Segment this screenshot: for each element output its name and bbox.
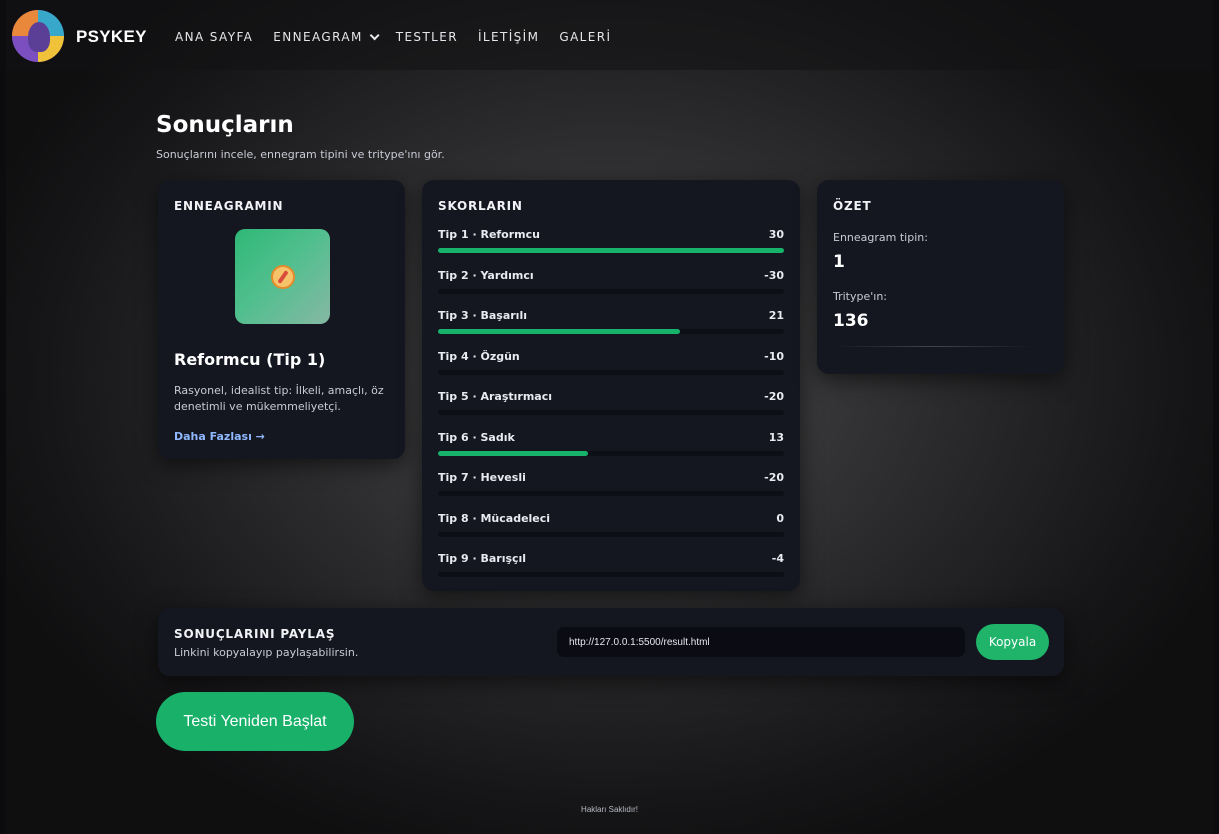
score-value: -4: [771, 552, 784, 565]
nav-link-home[interactable]: ANA SAYFA: [175, 30, 253, 44]
score-bar-track: [438, 369, 784, 375]
score-label: Tip 9 · Barışçıl: [438, 552, 527, 565]
page-title: Sonuçların: [156, 112, 294, 138]
share-subtitle: Linkini kopyalayıp paylaşabilirsin.: [174, 646, 359, 659]
logo-icon[interactable]: [12, 10, 64, 62]
score-label: Tip 4 · Özgün: [438, 349, 520, 363]
score-bar-fill: [438, 248, 784, 253]
score-row: Tip 4 · Özgün -10: [438, 350, 784, 391]
score-bar-track: [438, 410, 784, 415]
chevron-down-icon: [369, 29, 380, 40]
nav-links: ANA SAYFA ENNEAGRAM TESTLER İLETİŞİM GAL…: [175, 29, 631, 44]
summary-card-title: ÖZET: [833, 199, 872, 213]
score-value: -30: [764, 268, 784, 282]
score-row: Tip 5 · Araştırmacı -20: [438, 390, 784, 431]
score-value: -20: [764, 471, 784, 484]
enneagram-image: [235, 229, 330, 324]
score-bar-track: [438, 491, 784, 496]
score-bar-track: [438, 248, 784, 253]
enneagram-type-name: Reformcu (Tip 1): [174, 350, 326, 369]
score-row: Tip 3 · Başarılı 21: [438, 309, 784, 350]
share-card: SONUÇLARINI PAYLAŞ Linkini kopyalayıp pa…: [158, 608, 1064, 676]
score-bar-fill: [438, 329, 681, 334]
score-label: Tip 8 · Mücadeleci: [438, 511, 551, 525]
score-value: 21: [768, 309, 784, 322]
score-bar-track: [438, 572, 784, 577]
enneagram-card-title: ENNEAGRAMIN: [174, 199, 284, 213]
summary-divider: [833, 346, 1033, 347]
score-row: Tip 7 · Hevesli -20: [438, 471, 784, 512]
page-frame: PSYKEY ANA SAYFA ENNEAGRAM TESTLER İLETİ…: [6, 0, 1213, 834]
score-list: Tip 1 · Reformcu 30 Tip 2 · Yardımcı -30…: [438, 228, 784, 593]
nav-link-tests[interactable]: TESTLER: [396, 30, 458, 44]
page-subtitle: Sonuçlarını incele, ennegram tipini ve t…: [156, 148, 445, 161]
score-value: 0: [776, 511, 784, 525]
score-label: Tip 5 · Araştırmacı: [438, 390, 553, 403]
restart-test-button[interactable]: Testi Yeniden Başlat: [156, 692, 354, 751]
score-row: Tip 2 · Yardımcı -30: [438, 269, 784, 310]
score-bar-track: [438, 329, 784, 334]
score-row: Tip 8 · Mücadeleci 0: [438, 512, 784, 553]
score-value: 13: [768, 430, 784, 444]
more-info-link[interactable]: Daha Fazlası →: [174, 430, 265, 443]
nav-link-enneagram-label: ENNEAGRAM: [273, 30, 363, 44]
nav-link-contact[interactable]: İLETİŞİM: [478, 30, 539, 44]
score-row: Tip 6 · Sadık 13: [438, 431, 784, 472]
navbar: PSYKEY ANA SAYFA ENNEAGRAM TESTLER İLETİ…: [6, 0, 1213, 70]
score-bar-track: [438, 531, 784, 537]
score-label: Tip 6 · Sadık: [438, 430, 515, 444]
scores-card: SKORLARIN Tip 1 · Reformcu 30 Tip 2 · Ya…: [422, 180, 800, 591]
score-row: Tip 1 · Reformcu 30: [438, 228, 784, 269]
tritype-label: Tritype'ın:: [833, 290, 888, 303]
score-value: -20: [764, 390, 784, 403]
share-url-input[interactable]: [557, 627, 965, 657]
score-bar-fill: [438, 450, 588, 456]
nav-link-gallery[interactable]: GALERİ: [559, 30, 611, 44]
brand-name[interactable]: PSYKEY: [76, 27, 147, 47]
score-bar-track: [438, 288, 784, 294]
compass-icon: [270, 264, 295, 289]
enneagram-type-label: Enneagram tipin:: [833, 231, 928, 244]
score-label: Tip 3 · Başarılı: [438, 309, 527, 322]
score-bar-track: [438, 450, 784, 456]
score-label: Tip 1 · Reformcu: [438, 228, 540, 241]
score-value: 30: [768, 228, 784, 241]
nav-link-enneagram[interactable]: ENNEAGRAM: [273, 29, 380, 44]
enneagram-type-value: 1: [833, 252, 845, 272]
score-value: -10: [764, 349, 784, 363]
footer-text: Hakları Saklıdır!: [581, 805, 638, 814]
share-title: SONUÇLARINI PAYLAŞ: [174, 627, 336, 641]
summary-card: ÖZET Enneagram tipin: 1 Tritype'ın: 136: [817, 180, 1064, 374]
scores-card-title: SKORLARIN: [438, 199, 523, 213]
copy-button[interactable]: Kopyala: [976, 624, 1049, 660]
enneagram-card: ENNEAGRAMIN Reformcu (Tip 1) Rasyonel, i…: [158, 180, 405, 459]
score-label: Tip 2 · Yardımcı: [438, 268, 534, 282]
enneagram-description: Rasyonel, idealist tip: İlkeli, amaçlı, …: [174, 384, 384, 413]
tritype-value: 136: [833, 311, 869, 331]
score-row: Tip 9 · Barışçıl -4: [438, 552, 784, 593]
score-label: Tip 7 · Hevesli: [438, 471, 526, 484]
